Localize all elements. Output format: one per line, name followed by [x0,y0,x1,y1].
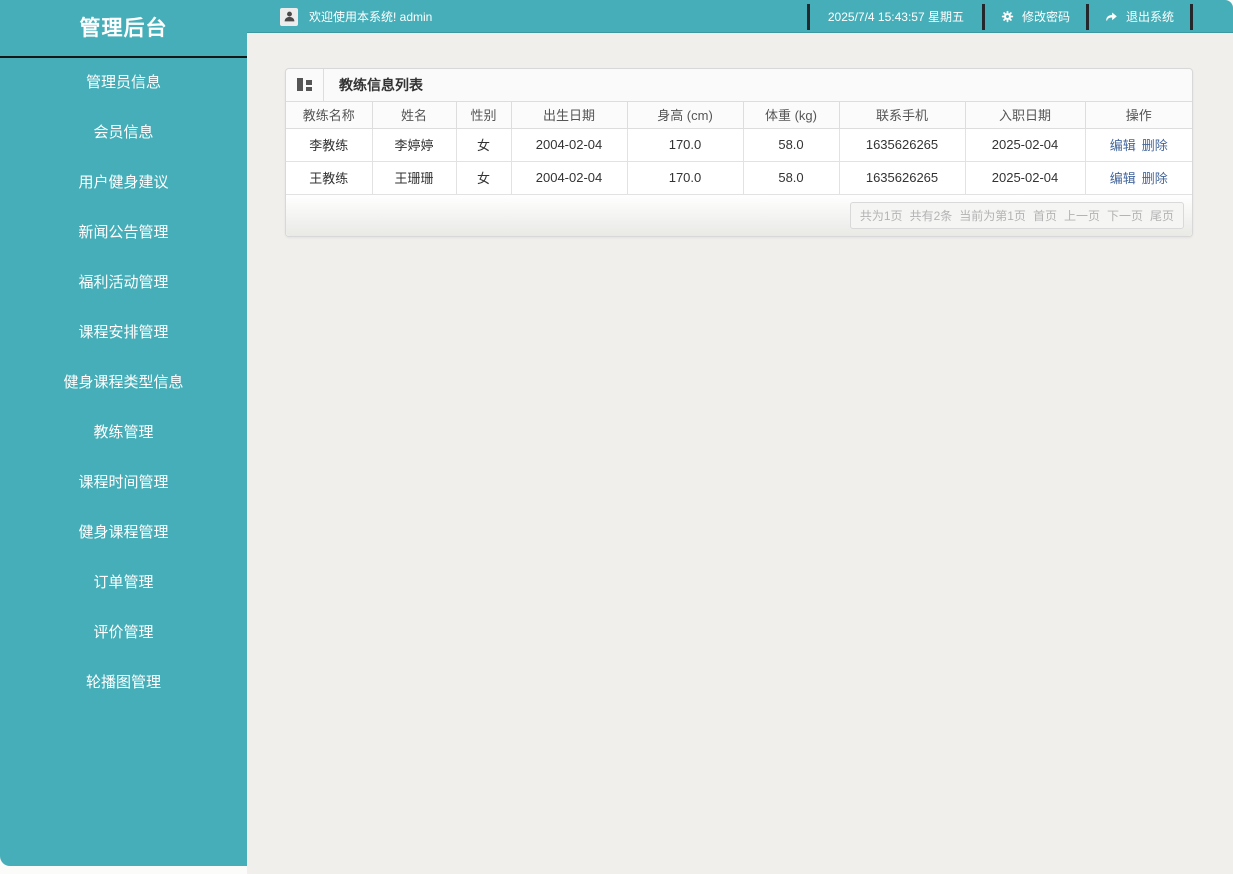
edit-link[interactable]: 编辑 [1110,138,1136,153]
coach-table: 教练名称 姓名 性别 出生日期 身高 (cm) 体重 (kg) 联系手机 入职日… [286,102,1192,195]
pagination-first-page[interactable]: 首页 [1033,207,1057,224]
pagination-next-page[interactable]: 下一页 [1107,207,1143,224]
gear-icon [1001,10,1014,23]
change-password-button[interactable]: 修改密码 [985,8,1086,25]
logout-arrow-icon [1106,12,1117,21]
topbar-welcome-group: 欢迎使用本系统! admin [280,7,433,26]
content-area: 教练信息列表 教练名称 姓名 性别 出生日期 身高 (cm) 体重 (kg) 联… [247,33,1233,874]
delete-link[interactable]: 删除 [1142,138,1168,153]
topbar-divider [1190,3,1193,30]
sidebar-item-review-management[interactable]: 评价管理 [0,608,247,658]
logout-label: 退出系统 [1125,10,1174,24]
pagination-current-page: 当前为第1页 [959,208,1026,223]
pagination: 共为1页 共有2条 当前为第1页 首页 上一页 下一页 尾页 [849,201,1184,229]
sidebar-item-news-announcement[interactable]: 新闻公告管理 [0,208,247,258]
datetime-text: 2025/7/4 15:43:57 星期五 [827,10,964,24]
cell-actions: 编辑 删除 [1085,128,1192,162]
table-row: 李教练 李婷婷 女 2004-02-04 170.0 58.0 16356262… [286,128,1192,162]
main-area: 欢迎使用本系统! admin 2025/7/4 15:43:57 星期五 修改密… [247,0,1233,874]
sidebar-item-course-schedule[interactable]: 课程安排管理 [0,308,247,358]
logout-button[interactable]: 退出系统 [1089,8,1190,25]
pagination-total-records: 共有2条 [909,208,953,223]
col-header-weight: 体重 (kg) [743,102,840,129]
cell-hire-date: 2025-02-04 [965,128,1086,162]
sidebar-item-welfare-activity[interactable]: 福利活动管理 [0,258,247,308]
col-header-coach: 教练名称 [286,102,373,129]
col-header-birth: 出生日期 [511,102,628,129]
cell-name: 李婷婷 [372,128,457,162]
cell-height: 170.0 [627,161,744,195]
cell-gender: 女 [456,128,512,162]
page: 管理后台 管理员信息 会员信息 用户健身建议 新闻公告管理 福利活动管理 课程安… [0,0,1233,874]
pagination-prev-page[interactable]: 上一页 [1064,207,1100,224]
welcome-text: 欢迎使用本系统! admin [309,10,433,24]
cell-coach: 王教练 [286,161,373,195]
sidebar-item-user-fitness-advice[interactable]: 用户健身建议 [0,158,247,208]
delete-link[interactable]: 删除 [1142,171,1168,186]
edit-link[interactable]: 编辑 [1110,171,1136,186]
sidebar-item-admin-info[interactable]: 管理员信息 [0,58,247,108]
cell-birth: 2004-02-04 [511,161,628,195]
sidebar-item-fitness-course[interactable]: 健身课程管理 [0,508,247,558]
sidebar-item-carousel-management[interactable]: 轮播图管理 [0,658,247,708]
app-title: 管理后台 [0,0,247,58]
cell-coach: 李教练 [286,128,373,162]
panel-footer: 共为1页 共有2条 当前为第1页 首页 上一页 下一页 尾页 [286,194,1192,236]
cell-weight: 58.0 [743,161,840,195]
cell-birth: 2004-02-04 [511,128,628,162]
cell-gender: 女 [456,161,512,195]
panel-icon-cell [286,69,324,101]
cell-height: 170.0 [627,128,744,162]
sidebar-item-course-type-info[interactable]: 健身课程类型信息 [0,358,247,408]
pagination-last-page[interactable]: 尾页 [1150,207,1174,224]
col-header-height: 身高 (cm) [627,102,744,129]
change-password-label: 修改密码 [1021,10,1070,24]
col-header-gender: 性别 [456,102,512,129]
sidebar-item-coach-management[interactable]: 教练管理 [0,408,247,458]
sidebar-item-course-time[interactable]: 课程时间管理 [0,458,247,508]
col-header-hire-date: 入职日期 [965,102,1086,129]
coach-list-panel: 教练信息列表 教练名称 姓名 性别 出生日期 身高 (cm) 体重 (kg) 联… [285,68,1193,237]
panel-title: 教练信息列表 [339,77,423,93]
sidebar-item-member-info[interactable]: 会员信息 [0,108,247,158]
cell-actions: 编辑 删除 [1085,161,1192,195]
col-header-name: 姓名 [372,102,457,129]
table-row: 王教练 王珊珊 女 2004-02-04 170.0 58.0 16356262… [286,161,1192,195]
sidebar-nav: 管理员信息 会员信息 用户健身建议 新闻公告管理 福利活动管理 课程安排管理 健… [0,58,247,708]
blocks-icon [296,78,313,92]
cell-name: 王珊珊 [372,161,457,195]
panel-header: 教练信息列表 [286,69,1192,102]
cell-phone: 1635626265 [839,128,966,162]
col-header-phone: 联系手机 [839,102,966,129]
cell-weight: 58.0 [743,128,840,162]
topbar-actions: 2025/7/4 15:43:57 星期五 修改密码 退出系统 [806,3,1193,30]
topbar: 欢迎使用本系统! admin 2025/7/4 15:43:57 星期五 修改密… [247,0,1233,33]
pagination-total-pages: 共为1页 [859,208,903,223]
cell-hire-date: 2025-02-04 [965,161,1086,195]
sidebar-item-order-management[interactable]: 订单管理 [0,558,247,608]
user-icon [280,7,298,26]
col-header-actions: 操作 [1085,102,1192,129]
cell-phone: 1635626265 [839,161,966,195]
table-header-row: 教练名称 姓名 性别 出生日期 身高 (cm) 体重 (kg) 联系手机 入职日… [286,102,1192,129]
sidebar: 管理后台 管理员信息 会员信息 用户健身建议 新闻公告管理 福利活动管理 课程安… [0,0,247,866]
